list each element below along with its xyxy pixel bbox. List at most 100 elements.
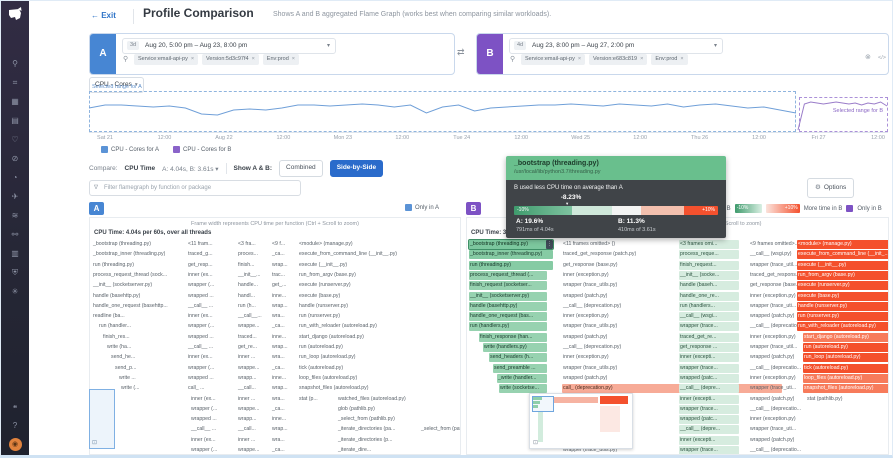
flame-cell[interactable]: proces... (237, 250, 259, 259)
flame-cell[interactable]: __call__ (deprecatio... (749, 322, 802, 331)
flame-cell[interactable]: _ca... (271, 405, 286, 414)
flame-cell[interactable]: inner (ex... (190, 436, 217, 445)
flame-cell[interactable]: wrapped (patch.py) (749, 436, 795, 445)
flame-cell[interactable]: write (ha... (106, 343, 132, 352)
flame-cell[interactable]: wrappe... (237, 364, 260, 373)
flame-cell[interactable]: get_... (271, 281, 287, 290)
flame-cell[interactable]: watched_files (autoreload.py) (337, 395, 407, 404)
flame-cell[interactable]: inner (excepti... (679, 436, 739, 445)
flame-cell[interactable]: wrap... (271, 425, 289, 434)
flame-cell[interactable]: _bootstrap (threading.py) (92, 240, 152, 249)
flame-cell[interactable]: __call__ (deprecatio... (749, 405, 802, 414)
chart-legend-item[interactable]: CPU - Cores for A (101, 146, 159, 153)
flame-cell[interactable]: wrap... (271, 384, 289, 393)
flame-cell[interactable]: __call__ (wsgi.py) (749, 250, 793, 259)
flame-cell[interactable]: wrappe... (237, 405, 260, 414)
flame-cell[interactable]: inner (exception.py) (749, 333, 797, 342)
flame-cell[interactable]: process_request_thread (... (469, 271, 547, 280)
errors-icon[interactable]: ⊘ (9, 154, 21, 164)
expand-minimap-icon[interactable]: ⊡ (92, 439, 97, 446)
flame-cell[interactable]: snapshot_files (autoreload.py) (803, 384, 889, 393)
synthetics-icon[interactable]: ◔ (9, 173, 21, 183)
remove-tag-icon[interactable]: × (292, 56, 295, 62)
flame-cell[interactable]: wrapper (trace... (679, 364, 739, 373)
flame-cell[interactable]: get_response ... (679, 343, 739, 352)
flame-cell[interactable]: run_loop (autoreload.py) (803, 353, 889, 362)
flame-cell[interactable]: traced_get_response (patch.py) (562, 250, 637, 259)
flame-cell[interactable]: wrapper (... (187, 364, 215, 373)
flame-cell[interactable]: _bootstrap (threading.py)⋮ (469, 240, 553, 249)
flame-cell[interactable]: inne... (271, 415, 287, 424)
flame-cell[interactable]: run_from_argv (base.py) (797, 271, 889, 280)
flame-cell[interactable]: run (threading.py) (92, 261, 135, 270)
flame-cell[interactable]: inner ... (237, 395, 256, 404)
flame-cell[interactable]: run (runserver.py) (298, 312, 341, 321)
flame-cell[interactable]: wrapped ... (187, 333, 215, 342)
watchdog-icon[interactable]: ⌗ (9, 78, 21, 88)
flame-cell[interactable]: inner (ex... (187, 312, 214, 321)
flame-cell[interactable]: wrap... (271, 261, 289, 270)
flame-cell[interactable]: execute (base.py) (298, 292, 341, 301)
filter-tag[interactable]: Env:prod× (651, 54, 687, 65)
flame-cell[interactable]: <9 f... (271, 240, 286, 249)
flame-cell[interactable]: tick (autoreload.py) (803, 364, 889, 373)
remove-tag-icon[interactable]: × (578, 56, 581, 62)
flame-cell[interactable]: run (autoreload.py) (298, 343, 344, 352)
flame-cell[interactable]: wrapped (patc... (679, 415, 739, 424)
flame-cell[interactable]: wrapper (trace_util... (749, 343, 798, 352)
flame-cell[interactable]: write (socketse... (499, 384, 547, 393)
flame-cell[interactable]: loop_files (autoreload.py) (803, 374, 889, 383)
flame-cell[interactable]: __call... (237, 384, 257, 393)
remove-tag-icon[interactable]: × (640, 56, 643, 62)
flame-cell[interactable]: _iterate_dire... (337, 446, 372, 455)
flame-cell[interactable]: __call__ (depre... (679, 384, 739, 393)
flame-cell[interactable]: _bootstrap_inner (threading.py) (92, 250, 166, 259)
flame-cell[interactable]: wrapper (... (187, 322, 215, 331)
flame-cell[interactable]: <11 frames omitted> () (562, 240, 616, 249)
flame-cell[interactable]: wrapp... (237, 374, 257, 383)
flame-cell[interactable]: call_ ... (187, 384, 205, 393)
flame-cell[interactable]: wrapper (trace... (679, 405, 739, 414)
flame-cell[interactable]: inner (exception.py) (562, 312, 610, 321)
time-range-field-b[interactable]: 4d Aug 23, 8:00 pm – Aug 27, 2:00 pm ▾ (509, 38, 723, 54)
flame-cell[interactable]: traced... (237, 333, 258, 342)
flame-cell[interactable]: inner (exception.py) (562, 353, 610, 362)
flame-cell[interactable]: process_request_thread (sock... (92, 271, 168, 280)
flame-cell[interactable]: wrapper (trace_utils.py) (562, 322, 618, 331)
flame-cell[interactable]: _select_from (pathlib.py) (337, 415, 396, 424)
logs-icon[interactable]: ▥ (9, 249, 21, 259)
flame-cell[interactable]: inner (ex... (187, 353, 214, 362)
flame-cell[interactable]: _select_from (pathlib.py) (420, 425, 461, 434)
flame-cell[interactable]: _iterate_directories (pa... (337, 425, 396, 434)
flame-cell[interactable]: __init__ (socketserver.py) (92, 281, 153, 290)
flame-cell[interactable]: __call__ ... (187, 343, 214, 352)
remove-tag-icon[interactable]: × (191, 56, 194, 62)
flame-cell[interactable]: __call__ ... (187, 302, 214, 311)
flame-cell[interactable]: __call__ (depre... (679, 425, 739, 434)
datadog-logo-icon[interactable] (6, 6, 24, 24)
flame-cell[interactable]: wrapper (... (187, 281, 215, 290)
flame-cell[interactable]: traced_get_respons... (749, 271, 801, 280)
flame-cell[interactable]: inne... (271, 292, 287, 301)
flame-cell[interactable]: wrapped (patch.py) (562, 374, 608, 383)
flame-cell[interactable]: handle (runserver.py) (797, 302, 889, 311)
service-map-icon[interactable]: ⚯ (9, 230, 21, 240)
chat-icon[interactable]: ❝ (9, 404, 21, 414)
flame-cell[interactable]: inner (excepti... (679, 353, 739, 362)
flame-cell[interactable]: finish_res... (102, 333, 131, 342)
exit-link[interactable]: ← Exit (91, 11, 116, 20)
flame-cell[interactable]: wrapped (patch.py) (749, 395, 795, 404)
flame-cell[interactable]: handle_one_re... (679, 292, 739, 301)
dashboards-icon[interactable]: ▦ (9, 97, 21, 107)
flame-cell[interactable]: start_django (autoreload.py) (298, 333, 365, 342)
flame-cell[interactable]: wrappe... (237, 446, 260, 455)
flame-cell[interactable]: get_re... (237, 343, 258, 352)
search-icon[interactable]: ⚲ (9, 59, 21, 69)
flame-cell[interactable]: wra... (271, 395, 286, 404)
help-icon[interactable]: ? (9, 421, 21, 431)
expand-minimap-icon[interactable]: ⊡ (533, 439, 538, 446)
flame-cell[interactable]: inner ... (237, 436, 256, 445)
flame-cell[interactable]: wrapper (trace_util... (749, 261, 798, 270)
flame-cell[interactable]: write (... (120, 384, 140, 393)
flame-cell[interactable]: wrapper (trace_uti... (749, 384, 797, 393)
